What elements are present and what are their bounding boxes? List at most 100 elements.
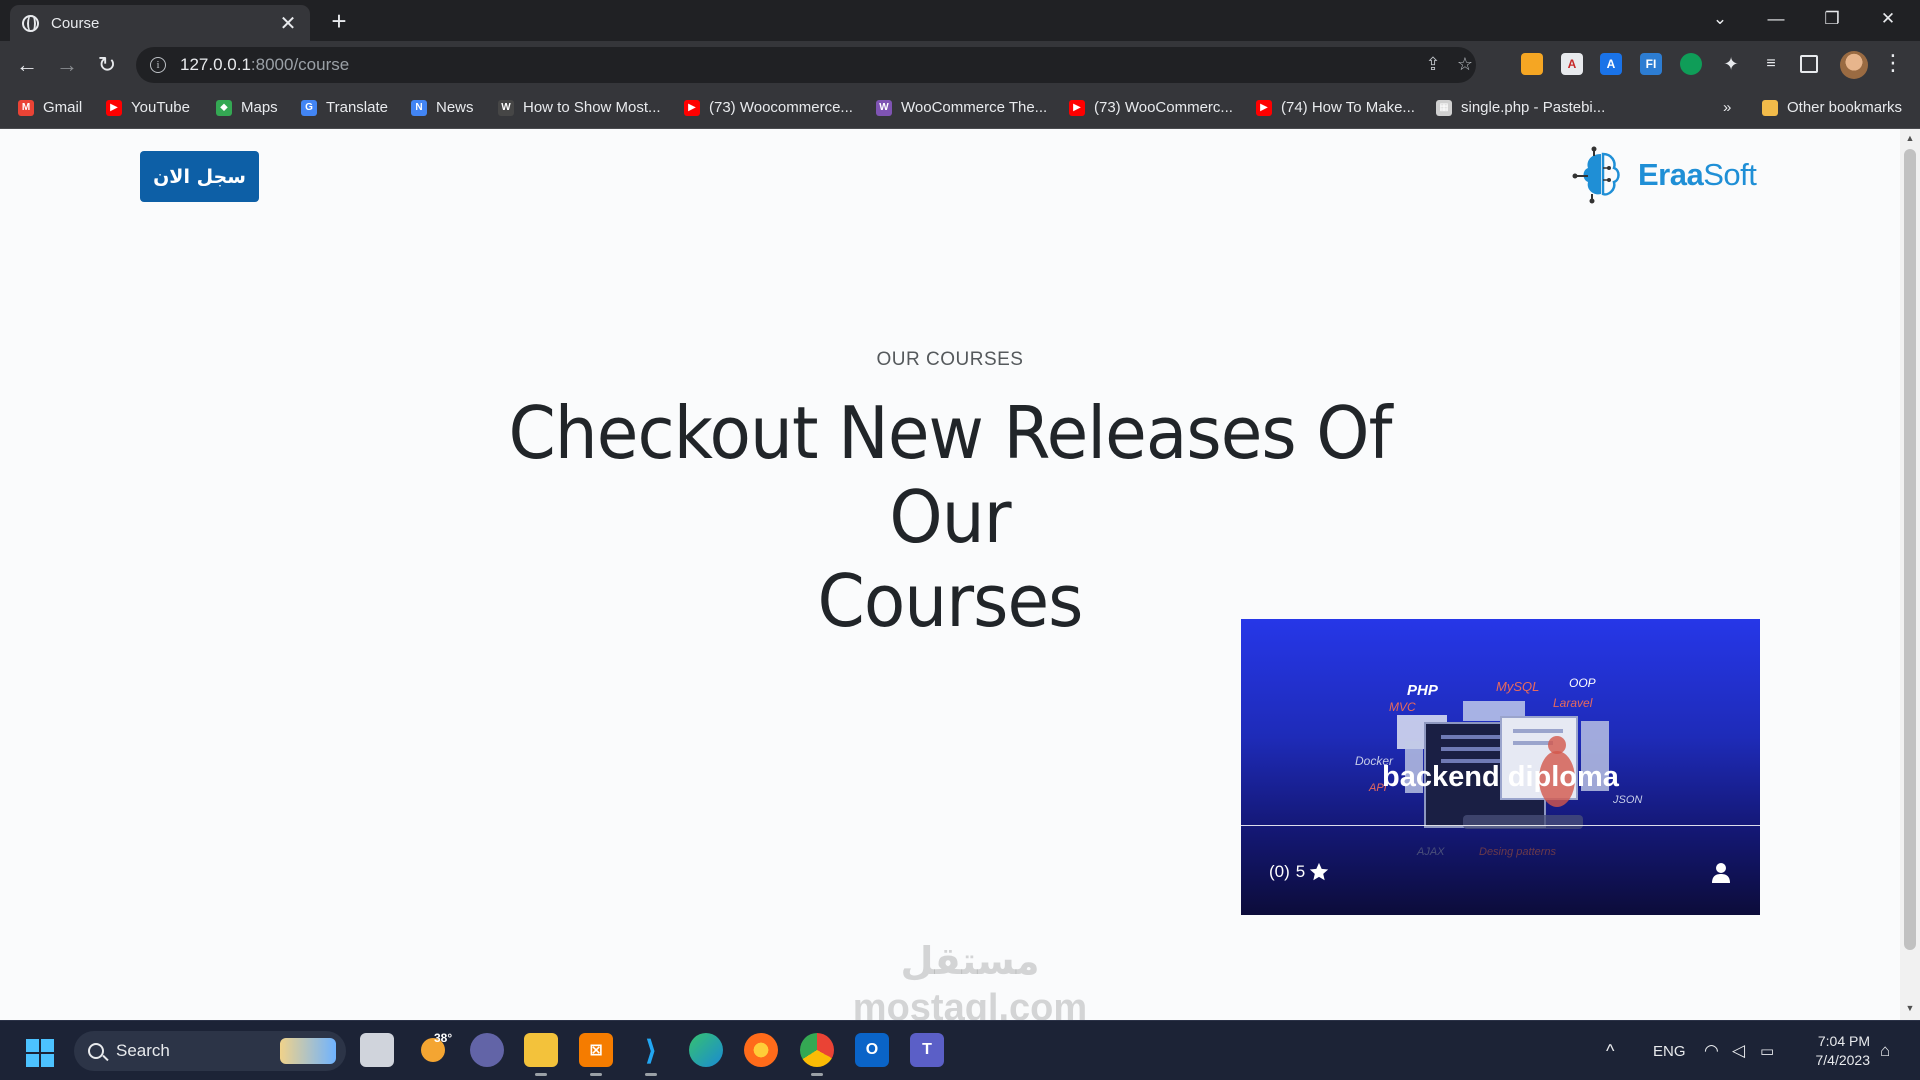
wifi-icon[interactable]: ◠ — [1704, 1021, 1719, 1080]
user-icon[interactable] — [1711, 862, 1731, 884]
browser-toolbar: ← → ↻ i 127.0.0.1 :8000/course ⇪ ☆ A A F… — [0, 41, 1920, 89]
taskbar-search[interactable]: Search — [74, 1031, 346, 1071]
watermark-arabic: مستقل — [900, 941, 1040, 983]
bookmarks-bar: ▦ single.php - Pastebi... ▶ (74) How To Mak… — [0, 89, 1920, 129]
extension-icon-3[interactable]: A — [1600, 53, 1622, 75]
close-window-button[interactable]: ✕ — [1860, 2, 1916, 36]
url-path: :8000/course — [250, 55, 350, 74]
forward-button[interactable]: → — [50, 49, 84, 81]
youtube-icon: ▶ — [1256, 99, 1272, 116]
scrollbar-thumb[interactable] — [1904, 149, 1916, 950]
scroll-up-arrow-icon[interactable]: ▲ — [1904, 133, 1916, 143]
web-page: سجل الان EraaSoft OUR COURSES Checkout N… — [0, 129, 1900, 1020]
bookmark-item[interactable]: N News — [411, 99, 474, 116]
bookmark-item[interactable]: W How to Show Most... — [498, 99, 661, 116]
xampp-icon[interactable]: ⊠ — [579, 1033, 613, 1076]
teams-icon[interactable]: T — [910, 1033, 944, 1067]
bookmark-item[interactable]: ▶ (73) WooCommerc... — [1069, 99, 1233, 116]
eraasoft-logo[interactable]: EraaSoft — [1572, 145, 1762, 205]
weather-temperature: 38° — [434, 1031, 453, 1045]
media-controls-icon[interactable]: ≡ — [1760, 53, 1782, 75]
profile-avatar[interactable] — [1840, 51, 1868, 79]
minimize-button[interactable]: — — [1748, 2, 1804, 36]
url-host: 127.0.0.1 — [180, 55, 251, 74]
extension-icon-1[interactable] — [1521, 53, 1543, 75]
side-panel-icon[interactable] — [1800, 55, 1818, 73]
vscode-icon[interactable]: ⟩ — [634, 1033, 668, 1076]
battery-icon[interactable]: ▭ — [1760, 1021, 1774, 1080]
bookmark-item[interactable]: M Gmail — [18, 99, 82, 116]
bookmark-item[interactable]: ⬥ Maps — [216, 99, 278, 116]
address-bar[interactable]: i 127.0.0.1 :8000/course ⇪ ☆ — [136, 47, 1476, 83]
bookmark-item[interactable]: ▶ YouTube — [106, 99, 190, 116]
section-eyebrow: OUR COURSES — [876, 349, 1024, 370]
system-clock[interactable]: 7:04 PM 7/4/2023 — [1796, 1032, 1871, 1070]
chrome-menu-icon[interactable]: ⋮ — [1882, 50, 1904, 76]
section-headline: Checkout New Releases Of Our Courses — [471, 391, 1430, 643]
other-bookmarks-folder[interactable]: Other bookmarks — [1762, 99, 1902, 116]
search-highlight-icon — [280, 1038, 336, 1064]
gmail-icon: M — [18, 99, 34, 116]
taskbar-search-label: Search — [116, 1041, 170, 1060]
tray-overflow-chevron-icon[interactable]: ^ — [1606, 1021, 1614, 1080]
volume-icon[interactable]: ◁ — [1732, 1021, 1745, 1080]
globe-icon — [22, 14, 39, 32]
bookmark-item[interactable]: ▦ single.php - Pastebi... — [1436, 99, 1605, 116]
graphic-label-laravel: Laravel — [1553, 696, 1593, 710]
course-card[interactable]: PHP MySQL OOP MVC Laravel Docker API JSO… — [1241, 619, 1760, 915]
browser-tab-active[interactable]: Course ✕ — [10, 5, 310, 41]
bookmark-label: News — [436, 99, 474, 116]
edge-icon[interactable] — [689, 1033, 723, 1067]
chrome-icon[interactable] — [800, 1033, 834, 1076]
logo-brand-regular: Soft — [1703, 157, 1757, 192]
tab-search-button[interactable]: ⌄ — [1692, 2, 1748, 36]
rating-count: (0) — [1269, 862, 1290, 881]
bookmark-label: (74) How To Make... — [1281, 99, 1415, 116]
start-logo-pane — [26, 1039, 39, 1052]
bookmark-item[interactable]: ▶ (73) Woocommerce... — [684, 99, 853, 116]
bookmark-item[interactable]: W WooCommerce The... — [876, 99, 1047, 116]
page-scrollbar[interactable]: ▲ ▼ — [1900, 129, 1920, 1020]
notification-bell-icon[interactable]: ⌂ — [1880, 1021, 1890, 1080]
extension-icon-5[interactable] — [1680, 53, 1702, 75]
bookmark-star-icon[interactable]: ☆ — [1454, 54, 1476, 75]
extension-icon-2[interactable]: A — [1561, 53, 1583, 75]
bookmarks-overflow-button[interactable]: » — [1723, 99, 1731, 116]
outlook-icon[interactable]: O — [855, 1033, 889, 1067]
register-now-button[interactable]: سجل الان — [140, 151, 259, 202]
bookmark-label: WooCommerce The... — [901, 99, 1048, 116]
share-icon[interactable]: ⇪ — [1422, 54, 1444, 75]
weather-widget[interactable]: 38° — [416, 1031, 453, 1067]
firefox-icon[interactable] — [744, 1033, 778, 1067]
meet-chat-icon[interactable] — [470, 1033, 504, 1067]
start-logo-pane — [41, 1039, 54, 1052]
bookmark-item[interactable]: G Translate — [301, 99, 388, 116]
folder-icon — [1762, 99, 1778, 116]
bookmark-item[interactable]: ▶ (74) How To Make... — [1256, 99, 1415, 116]
bookmark-label: (73) Woocommerce... — [709, 99, 853, 116]
start-button[interactable] — [26, 1039, 54, 1067]
extension-icon-4[interactable]: FI — [1640, 53, 1662, 75]
site-info-icon[interactable]: i — [150, 57, 166, 73]
youtube-icon: ▶ — [1069, 99, 1085, 116]
tab-title: Course — [51, 14, 100, 32]
new-tab-button[interactable]: + — [325, 6, 353, 37]
back-button[interactable]: ← — [10, 49, 44, 81]
extensions-puzzle-icon[interactable]: ✦ — [1720, 53, 1742, 75]
task-view-icon[interactable] — [360, 1033, 394, 1067]
maps-icon: ⬥ — [216, 99, 232, 116]
other-bookmarks-label: Other bookmarks — [1787, 99, 1903, 116]
course-title[interactable]: backend diploma — [1241, 761, 1760, 794]
rating-value: 5 — [1295, 862, 1306, 881]
bookmark-label: single.php - Pastebi... — [1461, 99, 1606, 116]
start-logo-pane — [41, 1054, 54, 1067]
file-explorer-icon[interactable] — [524, 1033, 558, 1076]
news-icon: N — [411, 99, 427, 116]
browser-tab-strip: Course ✕ + ⌄ — ❐ ✕ — [0, 0, 1920, 41]
restore-button[interactable]: ❐ — [1804, 2, 1860, 36]
tab-close-button[interactable]: ✕ — [278, 11, 298, 36]
card-divider — [1241, 825, 1760, 826]
reload-button[interactable]: ↻ — [90, 49, 124, 81]
language-indicator[interactable]: ENG — [1653, 1021, 1686, 1080]
scroll-down-arrow-icon[interactable]: ▼ — [1904, 1003, 1916, 1013]
